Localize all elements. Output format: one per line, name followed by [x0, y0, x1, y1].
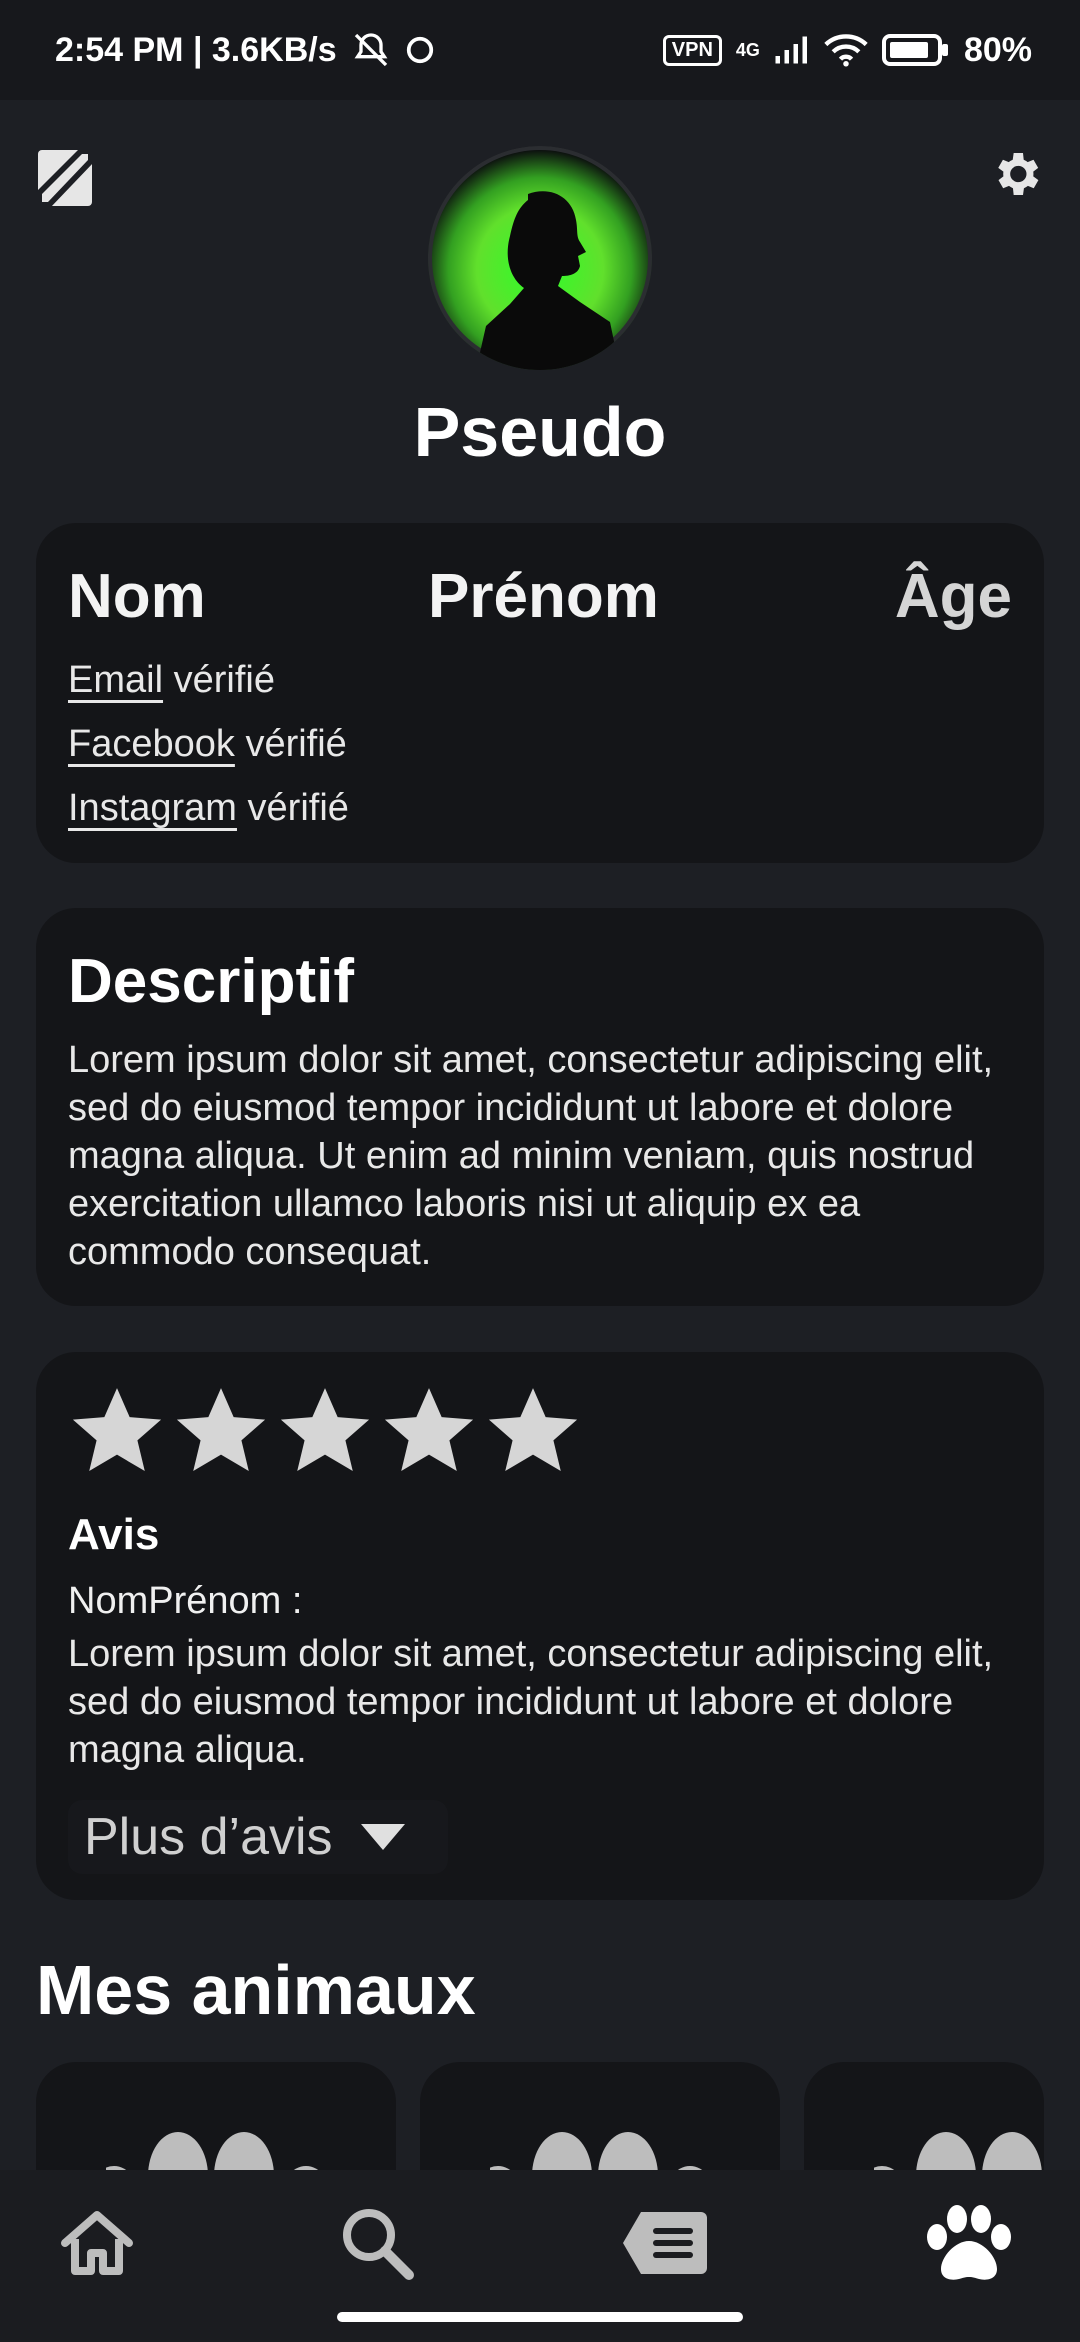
- battery-percent: 80%: [963, 30, 1032, 69]
- bell-muted-icon: [354, 33, 388, 67]
- instagram-link[interactable]: Instagram: [68, 787, 237, 829]
- email-link[interactable]: Email: [68, 659, 163, 701]
- star-rating: [68, 1382, 582, 1480]
- vpn-badge: VPN: [662, 34, 722, 66]
- home-indicator[interactable]: [337, 2312, 743, 2322]
- gear-icon[interactable]: [988, 146, 1044, 202]
- nav-search[interactable]: [332, 2198, 422, 2288]
- tag-icon: [623, 2212, 707, 2274]
- description-card: Descriptif Lorem ipsum dolor sit amet, c…: [36, 908, 1044, 1306]
- wifi-icon: [824, 34, 868, 67]
- nav-messages[interactable]: [620, 2198, 710, 2288]
- review-author: NomPrénom :: [68, 1580, 303, 1622]
- first-name-label: Prénom: [428, 562, 659, 631]
- chevron-down-icon: [360, 1824, 405, 1850]
- description-text: Lorem ipsum dolor sit amet, consectetur …: [68, 1039, 994, 1273]
- facebook-verification: Facebook vérifié: [68, 723, 347, 765]
- status-time-speed: 2:54 PM | 3.6KB/s: [55, 30, 337, 69]
- chat-bubble-icon: [406, 36, 433, 64]
- star-icon: [384, 1388, 474, 1472]
- battery-icon: [881, 34, 948, 66]
- reviews-title: Avis: [68, 1510, 160, 1559]
- star-icon: [72, 1388, 162, 1472]
- profile-screen: 2:54 PM | 3.6KB/s VPN 4G 80% Pseudo Nom …: [0, 0, 1080, 2342]
- avatar[interactable]: [428, 146, 652, 370]
- name-label: Nom: [68, 562, 206, 631]
- status-bar: 2:54 PM | 3.6KB/s VPN 4G 80%: [0, 0, 1080, 100]
- nav-home[interactable]: [52, 2198, 142, 2288]
- person-silhouette-icon: [476, 191, 620, 370]
- review-text: Lorem ipsum dolor sit amet, consectetur …: [68, 1633, 994, 1771]
- more-reviews-label: Plus d’avis: [84, 1808, 333, 1866]
- facebook-link[interactable]: Facebook: [68, 723, 235, 765]
- page-title: Pseudo: [413, 393, 667, 471]
- more-reviews-button[interactable]: Plus d’avis: [68, 1800, 448, 1874]
- reviews-card: Avis NomPrénom : Lorem ipsum dolor sit a…: [36, 1352, 1044, 1900]
- edit-icon[interactable]: [36, 148, 94, 208]
- star-icon: [280, 1388, 370, 1472]
- signal-icon: [775, 36, 807, 64]
- email-verification: Email vérifié: [68, 659, 275, 701]
- star-icon: [488, 1388, 578, 1472]
- age-label: Âge: [894, 562, 1012, 631]
- search-icon: [343, 2209, 414, 2280]
- instagram-verification: Instagram vérifié: [68, 787, 349, 829]
- home-icon: [61, 2211, 133, 2275]
- network-type: 4G: [735, 39, 760, 60]
- identity-card: Nom Prénom Âge Email vérifié Facebook vé…: [36, 523, 1044, 863]
- paw-icon: [927, 2205, 1011, 2280]
- pets-section-title: Mes animaux: [36, 1951, 476, 2029]
- nav-pets[interactable]: [924, 2198, 1014, 2288]
- description-title: Descriptif: [68, 947, 354, 1016]
- star-icon: [176, 1388, 266, 1472]
